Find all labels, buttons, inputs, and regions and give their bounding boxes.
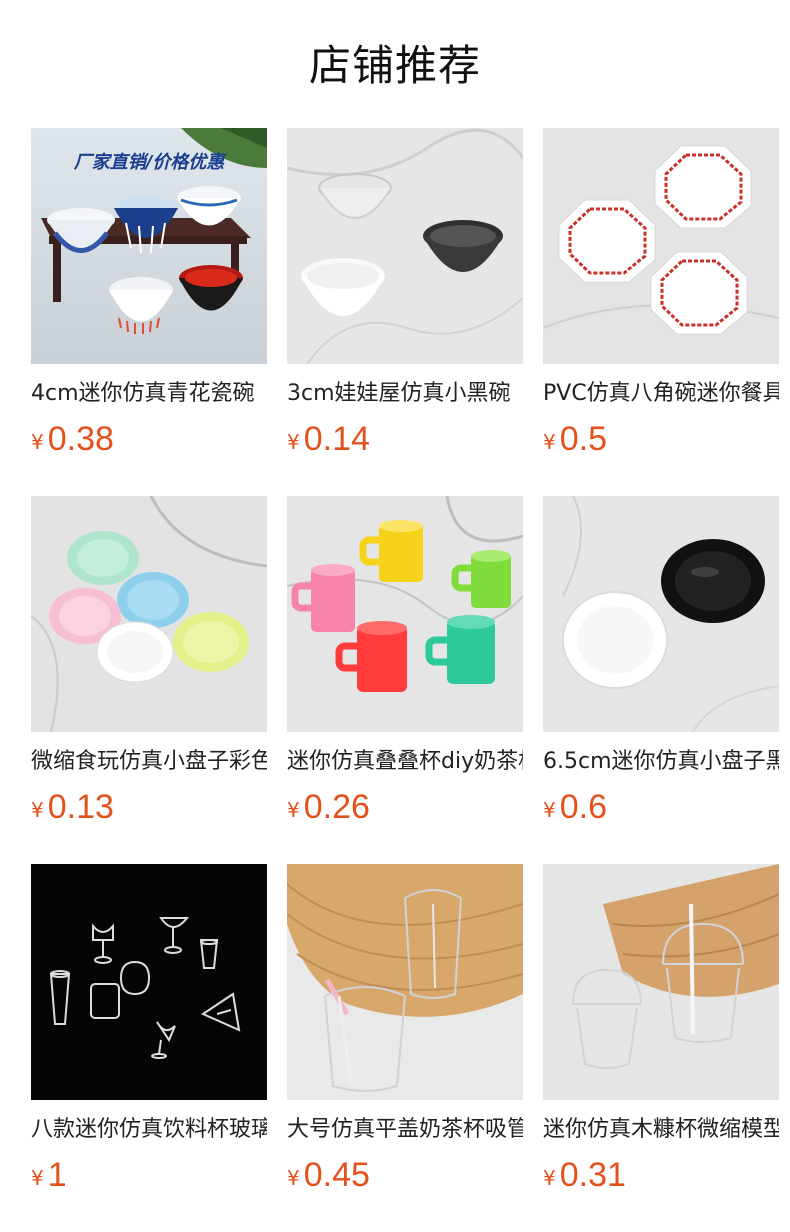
currency-symbol: ¥ (31, 798, 44, 822)
product-price: ¥0.31 (543, 1155, 779, 1195)
product-card[interactable]: 迷你仿真木糠杯微缩模型 ¥0.31 (543, 864, 779, 1195)
product-price: ¥0.13 (31, 787, 267, 827)
product-card[interactable]: 微缩食玩仿真小盘子彩色 ¥0.13 (31, 496, 267, 827)
product-card[interactable]: 6.5cm迷你仿真小盘子黑白 ¥0.6 (543, 496, 779, 827)
product-name[interactable]: 大号仿真平盖奶茶杯吸管 (287, 1116, 523, 1144)
product-price: ¥0.14 (287, 419, 523, 459)
product-card[interactable]: PVC仿真八角碗迷你餐具 ¥0.5 (543, 128, 779, 459)
price-value: 0.26 (303, 788, 370, 826)
section-title: 店铺推荐 (308, 41, 481, 90)
price-value: 0.31 (559, 1156, 626, 1194)
product-name[interactable]: PVC仿真八角碗迷你餐具 (543, 380, 779, 408)
product-name[interactable]: 微缩食玩仿真小盘子彩色 (31, 748, 267, 776)
product-name[interactable]: 迷你仿真叠叠杯diy奶茶杯 (287, 748, 523, 776)
product-price: ¥0.5 (543, 419, 779, 459)
product-image[interactable] (543, 128, 779, 364)
product-image[interactable] (31, 864, 267, 1100)
product-price: ¥1 (31, 1155, 267, 1195)
banner-text: 厂家直销/价格优惠 (73, 152, 228, 173)
product-name[interactable]: 八款迷你仿真饮料杯玻璃杯 (31, 1116, 267, 1144)
product-price: ¥0.38 (31, 419, 267, 459)
product-name[interactable]: 4cm迷你仿真青花瓷碗 (31, 380, 267, 408)
currency-symbol: ¥ (31, 430, 44, 454)
price-value: 0.38 (47, 420, 114, 458)
currency-symbol: ¥ (543, 798, 556, 822)
price-value: 0.13 (47, 788, 114, 826)
price-value: 1 (47, 1156, 67, 1194)
product-image[interactable] (543, 864, 779, 1100)
currency-symbol: ¥ (543, 1166, 556, 1190)
product-card[interactable]: 厂家直销/价格优惠 4cm迷你仿真青花瓷碗 ¥ 0.38 (31, 128, 267, 459)
product-card[interactable]: 3cm娃娃屋仿真小黑碗 ¥0.14 (287, 128, 523, 459)
product-name[interactable]: 迷你仿真木糠杯微缩模型 (543, 1116, 779, 1144)
product-price: ¥0.26 (287, 787, 523, 827)
price-value: 0.5 (559, 420, 607, 458)
currency-symbol: ¥ (287, 798, 300, 822)
product-image[interactable] (543, 496, 779, 732)
product-name[interactable]: 6.5cm迷你仿真小盘子黑白 (543, 748, 779, 776)
product-image[interactable] (287, 496, 523, 732)
product-price: ¥0.45 (287, 1155, 523, 1195)
price-value: 0.6 (559, 788, 607, 826)
product-image[interactable]: 厂家直销/价格优惠 (31, 128, 267, 364)
product-price: ¥0.6 (543, 787, 779, 827)
product-name[interactable]: 3cm娃娃屋仿真小黑碗 (287, 380, 523, 408)
product-card[interactable]: 迷你仿真叠叠杯diy奶茶杯 ¥0.26 (287, 496, 523, 827)
product-card[interactable]: 八款迷你仿真饮料杯玻璃杯 ¥1 (31, 864, 267, 1195)
product-image[interactable] (31, 496, 267, 732)
price-value: 0.14 (303, 420, 370, 458)
price-value: 0.45 (303, 1156, 370, 1194)
currency-symbol: ¥ (287, 1166, 300, 1190)
product-image[interactable] (287, 864, 523, 1100)
currency-symbol: ¥ (543, 430, 556, 454)
currency-symbol: ¥ (287, 430, 300, 454)
currency-symbol: ¥ (31, 1166, 44, 1190)
product-card[interactable]: 大号仿真平盖奶茶杯吸管 ¥0.45 (287, 864, 523, 1195)
product-image[interactable] (287, 128, 523, 364)
